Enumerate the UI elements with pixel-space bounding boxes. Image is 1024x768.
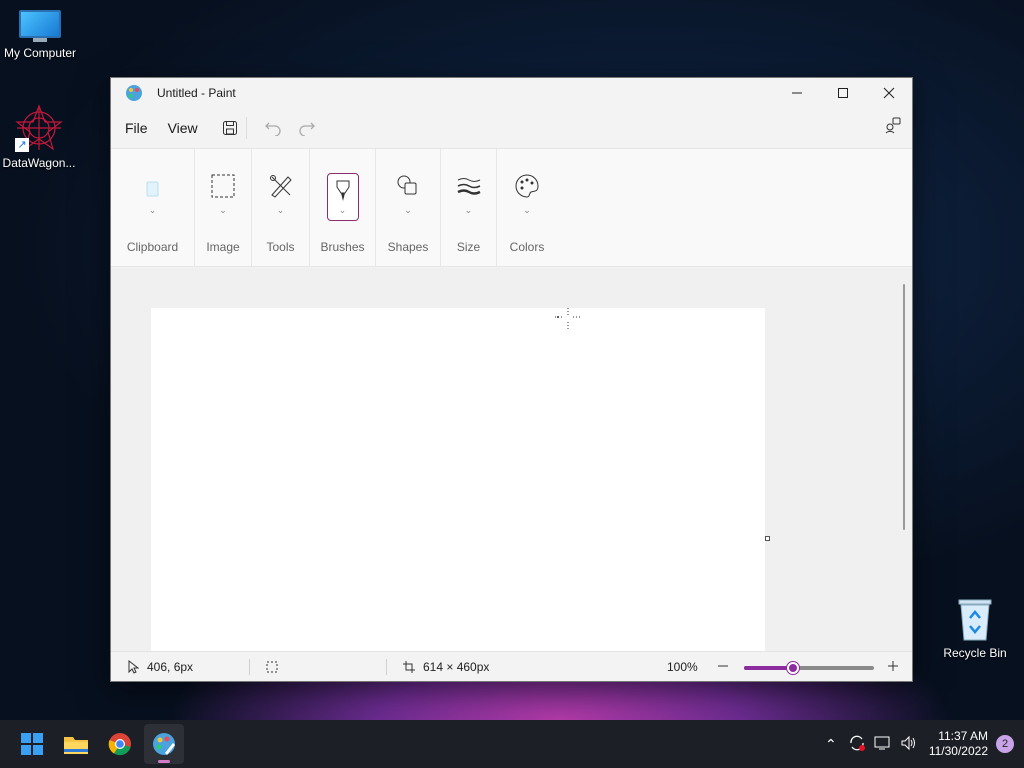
zoom-level[interactable]: 100%: [667, 660, 698, 674]
ribbon-group-label: Image: [206, 240, 240, 254]
status-bar: 406, 6px 614 × 460px 100%: [111, 651, 912, 681]
ribbon-group-label: Clipboard: [126, 240, 179, 254]
zoom-slider-fill: [744, 666, 794, 670]
crosshair-cursor-icon: [555, 308, 581, 330]
chevron-up-icon[interactable]: ⌃: [819, 736, 843, 753]
redo-icon: [299, 122, 315, 136]
share-button[interactable]: [884, 116, 902, 139]
zoom-slider[interactable]: [744, 662, 874, 674]
pointer-icon: [128, 659, 139, 674]
size-icon: ⌄: [453, 173, 485, 221]
brushes-icon: ⌄: [326, 173, 359, 221]
canvas-size-icon: [403, 660, 415, 673]
close-button[interactable]: [866, 78, 912, 108]
menu-view[interactable]: View: [158, 120, 208, 136]
paint-window: Untitled - Paint File View ⌄ Clipboard ⌄…: [110, 77, 913, 682]
share-icon: [885, 117, 901, 134]
paint-app-icon: [126, 85, 142, 101]
paint-icon: [153, 733, 175, 755]
save-button[interactable]: [218, 116, 242, 140]
title-bar[interactable]: Untitled - Paint: [111, 78, 912, 108]
vertical-scrollbar[interactable]: [896, 268, 912, 651]
cursor-position-value: 406, 6px: [147, 659, 194, 674]
shapes-icon: ⌄: [392, 173, 424, 221]
palette-icon: ⌄: [511, 173, 543, 221]
shortcut-arrow-icon: ↗: [15, 138, 29, 152]
minimize-icon: [792, 92, 802, 94]
zoom-out-button[interactable]: [717, 660, 729, 675]
chrome-icon: [108, 733, 131, 756]
clock[interactable]: 11:37 AM 11/30/2022: [929, 729, 988, 759]
sync-icon[interactable]: [845, 734, 869, 755]
maximize-icon: [838, 88, 848, 98]
ribbon-group-size[interactable]: ⌄ Size: [441, 149, 497, 266]
recycle-bin-icon: [955, 598, 995, 642]
volume-icon[interactable]: [897, 735, 921, 754]
desktop-icon-label: DataWagon...: [2, 156, 76, 170]
zoom-slider-knob[interactable]: [787, 662, 800, 674]
computer-icon: [19, 10, 61, 42]
plus-icon: [888, 661, 898, 671]
canvas-size: 614 × 460px: [387, 660, 655, 674]
desktop-icon-recycle-bin[interactable]: Recycle Bin: [935, 598, 1015, 660]
drawing-canvas[interactable]: [151, 308, 765, 651]
menu-file[interactable]: File: [115, 120, 158, 136]
file-explorer-icon: [64, 737, 88, 754]
start-icon: [21, 733, 43, 755]
network-icon[interactable]: [871, 735, 895, 754]
ribbon-group-label: Tools: [266, 240, 295, 254]
ribbon-group-colors[interactable]: ⌄ Colors: [497, 149, 557, 266]
selection-size: [250, 661, 386, 673]
close-icon: [883, 87, 895, 99]
ribbon-group-label: Brushes: [320, 240, 365, 254]
taskbar-paint[interactable]: [144, 724, 184, 764]
minus-icon: [718, 665, 728, 667]
clipboard-icon: ⌄: [137, 173, 169, 221]
taskbar: ⌃ 11:37 AM 11/30/2022 2: [0, 720, 1024, 768]
canvas-area: [111, 268, 897, 651]
taskbar-chrome[interactable]: [100, 724, 140, 764]
desktop-icon-my-computer[interactable]: My Computer: [0, 10, 80, 60]
ribbon-group-shapes[interactable]: ⌄ Shapes: [376, 149, 441, 266]
canvas-resize-handle[interactable]: [765, 536, 770, 541]
start-button[interactable]: [12, 724, 52, 764]
tools-icon: ⌄: [265, 173, 297, 221]
save-icon: [222, 121, 237, 135]
notification-badge[interactable]: 2: [996, 735, 1014, 753]
scrollbar-thumb[interactable]: [903, 284, 905, 530]
desktop-icon-label: My Computer: [3, 46, 77, 60]
window-title: Untitled - Paint: [157, 86, 236, 100]
ribbon: ⌄ Clipboard ⌄ Image ⌄ Tools ⌄ Brushes ⌄ …: [111, 148, 912, 267]
datawagon-icon: ↗: [15, 104, 63, 152]
menu-divider: [245, 117, 247, 139]
ribbon-group-image[interactable]: ⌄ Image: [195, 149, 252, 266]
menu-bar: File View: [111, 108, 912, 148]
desktop-icon-label: Recycle Bin: [943, 646, 1007, 660]
minimize-button[interactable]: [774, 78, 820, 108]
selection-size-icon: [266, 661, 278, 672]
clock-time: 11:37 AM: [938, 729, 988, 743]
ribbon-group-label: Shapes: [387, 240, 429, 254]
zoom-in-button[interactable]: [887, 660, 899, 675]
ribbon-group-label: Colors: [509, 240, 545, 254]
system-tray: ⌃ 11:37 AM 11/30/2022 2: [819, 720, 1024, 768]
selection-icon: ⌄: [207, 173, 239, 221]
ribbon-group-clipboard[interactable]: ⌄ Clipboard: [111, 149, 195, 266]
canvas-size-value: 614 × 460px: [423, 659, 490, 674]
maximize-button[interactable]: [820, 78, 866, 108]
ribbon-group-tools[interactable]: ⌄ Tools: [252, 149, 310, 266]
cursor-position: 406, 6px: [111, 659, 249, 674]
undo-icon: [264, 122, 281, 136]
ribbon-group-label: Size: [456, 240, 481, 254]
taskbar-file-explorer[interactable]: [56, 724, 96, 764]
clock-date: 11/30/2022: [928, 744, 988, 758]
undo-button[interactable]: [261, 116, 285, 140]
desktop-icon-datawagon[interactable]: ↗ DataWagon...: [0, 104, 79, 170]
ribbon-group-brushes[interactable]: ⌄ Brushes: [310, 149, 376, 266]
redo-button[interactable]: [295, 116, 319, 140]
